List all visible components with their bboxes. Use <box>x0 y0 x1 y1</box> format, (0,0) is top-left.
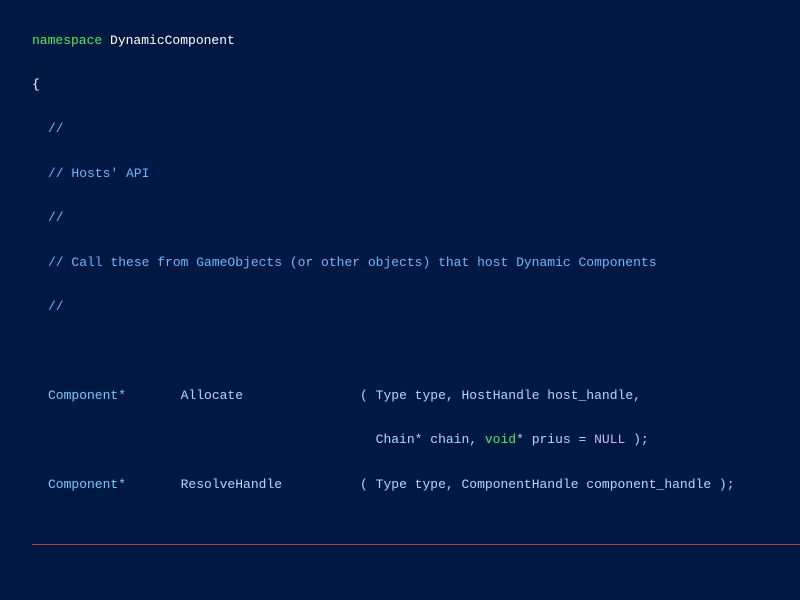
code-line: Chain* chain, void* prius = NULL ); <box>0 433 800 448</box>
type-token: Component* <box>48 477 181 492</box>
type-token: Component* <box>48 388 181 403</box>
params: Type type, HostHandle host_handle, <box>376 388 641 403</box>
code-line: // Call these from GameObjects (or other… <box>0 256 800 271</box>
code-line: Component* Allocate ( Type type, HostHan… <box>0 389 800 404</box>
code-line: Component* ResolveHandle ( Type type, Co… <box>0 478 800 493</box>
code-editor[interactable]: namespace DynamicComponent { // // Hosts… <box>0 0 800 600</box>
namespace-identifier: DynamicComponent <box>102 33 235 48</box>
code-line: // <box>0 122 800 137</box>
code-line: { <box>0 78 800 93</box>
comment: // Hosts' API <box>48 166 149 181</box>
code-line-blank <box>0 344 800 359</box>
params: * prius = <box>516 432 594 447</box>
code-line: namespace DynamicComponent <box>0 34 800 49</box>
comment: // Call these from GameObjects (or other… <box>48 255 657 270</box>
section-divider <box>32 544 800 545</box>
code-line: // <box>0 211 800 226</box>
keyword-void: void <box>485 432 516 447</box>
params: Type type, ComponentHandle component_han… <box>376 477 735 492</box>
fn-token: Allocate ( <box>181 388 376 403</box>
code-line: // <box>0 300 800 315</box>
const-null: NULL <box>594 432 625 447</box>
comment: // <box>48 121 64 136</box>
comment: // <box>48 299 64 314</box>
comment: // <box>48 210 64 225</box>
keyword-namespace: namespace <box>32 33 102 48</box>
brace-open: { <box>32 77 40 92</box>
fn-token: ResolveHandle ( <box>181 477 376 492</box>
params: ); <box>625 432 648 447</box>
params: Chain* chain, <box>48 432 485 447</box>
code-line: // Hosts' API <box>0 167 800 182</box>
